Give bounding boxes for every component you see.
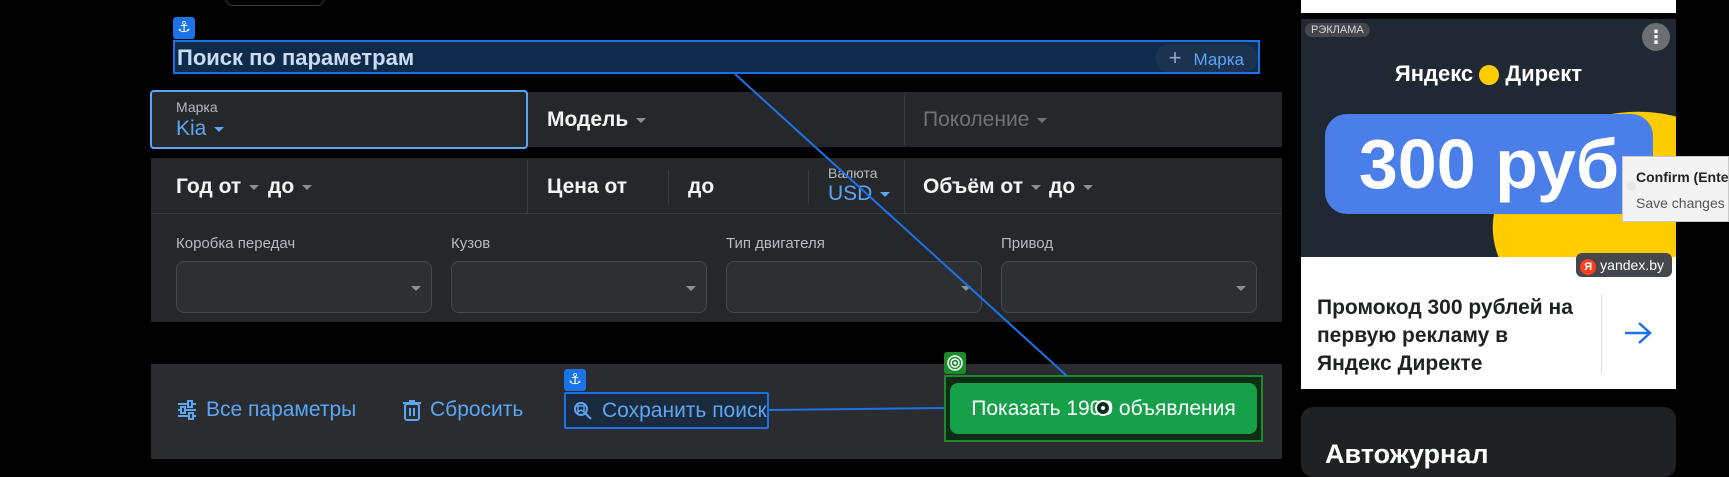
ad-source-label: yandex.by	[1600, 257, 1664, 273]
ad-menu-icon[interactable]: ⋮	[1642, 23, 1670, 51]
generation-select-label: Поколение	[923, 108, 1030, 131]
currency-label: Валюта	[828, 165, 878, 181]
row-divider	[151, 213, 1282, 214]
divider-vertical	[668, 170, 669, 204]
divider-vertical	[904, 95, 905, 145]
confirm-tooltip: Confirm (Ente Save changes	[1622, 156, 1729, 222]
model-select[interactable]: Модель	[547, 108, 647, 132]
ad-source-badge[interactable]: Яyandex.by	[1576, 253, 1672, 277]
divider-vertical	[808, 170, 809, 204]
reset-button[interactable]: Сбросить	[402, 398, 523, 422]
search-bookmark-icon	[574, 402, 592, 420]
ad-amount: 300 руб	[1358, 125, 1620, 203]
chevron-down-icon	[1037, 117, 1048, 123]
year-from-label: Год от	[176, 175, 242, 198]
add-brand-chip-label: Марка	[1193, 50, 1244, 69]
all-params-label: Все параметры	[206, 398, 357, 421]
ad-card[interactable]: Яндекс Директ 300 руб РЭКЛАМА ⋮ Яyandex.…	[1301, 19, 1676, 389]
ad-badge: РЭКЛАМА	[1305, 23, 1370, 37]
gearbox-label: Коробка передач	[176, 235, 296, 252]
page-title: Поиск по параметрам	[177, 45, 415, 70]
model-select-label: Модель	[547, 108, 629, 131]
body-label: Кузов	[451, 235, 491, 252]
target-badge	[944, 352, 966, 374]
sliders-icon	[178, 400, 196, 420]
ad-image: Яндекс Директ 300 руб РЭКЛАМА ⋮	[1301, 19, 1676, 257]
volume-to-select[interactable]: до	[1049, 175, 1094, 199]
chevron-down-icon	[1030, 184, 1041, 190]
price-from-input[interactable]: Цена от	[547, 175, 627, 199]
anchor-badge-save: ⚓	[564, 369, 586, 391]
tooltip-title: Confirm (Ente	[1636, 169, 1729, 185]
search-title-bar: Поиск по параметрам + Марка	[173, 40, 1260, 74]
cursor-target-icon	[1095, 400, 1111, 416]
save-search-button[interactable]: Сохранить поиск	[564, 392, 769, 429]
year-from-select[interactable]: Год от	[176, 175, 260, 199]
volume-from-label: Объём от	[923, 175, 1023, 198]
currency-value: USD	[828, 182, 873, 205]
yandex-y-icon: Я	[1580, 259, 1597, 275]
plus-icon: +	[1168, 45, 1182, 70]
volume-to-label: до	[1049, 175, 1076, 198]
anchor-badge-title: ⚓	[173, 17, 195, 39]
tooltip-pointer-dot	[1626, 181, 1636, 191]
ad-headline: Промокод 300 рублей на первую рекламу в …	[1317, 296, 1573, 375]
chevron-down-icon	[249, 184, 260, 190]
volume-from-select[interactable]: Объём от	[923, 175, 1041, 199]
drive-select[interactable]	[1001, 261, 1257, 313]
save-search-label: Сохранить поиск	[602, 399, 767, 422]
gearbox-select[interactable]	[176, 261, 432, 313]
chevron-down-icon	[636, 117, 647, 123]
engine-label: Тип двигателя	[726, 235, 825, 252]
chevron-down-icon	[1236, 286, 1246, 291]
chevron-down-icon	[214, 126, 225, 132]
drive-label: Привод	[1001, 235, 1054, 252]
body-select[interactable]	[451, 261, 707, 313]
trash-icon	[403, 400, 421, 421]
yandex-logo-icon	[1479, 65, 1500, 86]
divider-vertical	[904, 160, 905, 213]
generation-select[interactable]: Поколение	[923, 108, 1048, 132]
ad-logo: Яндекс Директ	[1394, 61, 1583, 86]
ad-top-strip	[1301, 0, 1676, 13]
autojournal-title: Автожурнал	[1325, 439, 1489, 469]
chevron-down-icon	[1083, 184, 1094, 190]
engine-select[interactable]	[726, 261, 982, 313]
divider-vertical	[527, 160, 528, 213]
add-brand-chip[interactable]: + Марка	[1154, 44, 1258, 72]
brand-select[interactable]: Марка Kia	[150, 90, 528, 149]
ad-amount-box: 300 руб	[1325, 114, 1653, 214]
autojournal-card: Автожурнал	[1301, 407, 1676, 477]
brand-select-label: Марка	[176, 99, 218, 115]
reset-label: Сбросить	[430, 398, 524, 421]
ad-divider	[1601, 294, 1602, 374]
chevron-down-icon	[686, 286, 696, 291]
year-to-label: до	[268, 175, 295, 198]
all-params-button[interactable]: Все параметры	[176, 398, 356, 422]
brand-select-value: Kia	[176, 117, 207, 140]
arrow-right-icon[interactable]	[1623, 321, 1653, 345]
chevron-down-icon	[961, 286, 971, 291]
tooltip-subtitle: Save changes	[1636, 195, 1725, 211]
top-remnant	[225, 0, 325, 6]
chevron-down-icon	[880, 191, 891, 197]
chevron-down-icon	[302, 184, 313, 190]
year-to-select[interactable]: до	[268, 175, 313, 199]
target-icon	[947, 355, 963, 371]
price-to-input[interactable]: до	[688, 175, 714, 199]
chevron-down-icon	[411, 286, 421, 291]
currency-select[interactable]: Валюта USD	[828, 165, 891, 206]
